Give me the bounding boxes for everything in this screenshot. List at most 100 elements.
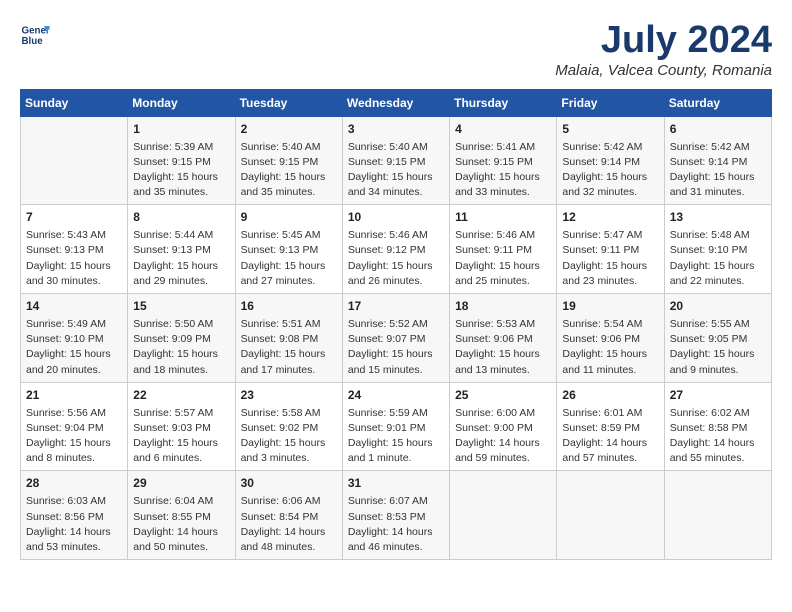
day-number: 26 (562, 387, 658, 404)
day-info: Sunrise: 5:56 AM Sunset: 9:04 PM Dayligh… (26, 406, 122, 467)
calendar-cell: 4Sunrise: 5:41 AM Sunset: 9:15 PM Daylig… (450, 116, 557, 205)
calendar-cell (21, 116, 128, 205)
day-number: 17 (348, 298, 444, 315)
calendar-cell: 29 Sunrise: 6:04 AM Sunset: 8:55 PM Dayli… (128, 471, 235, 560)
day-number: 25 (455, 387, 551, 404)
day-info: Sunrise: 6:00 AM Sunset: 9:00 PM Dayligh… (455, 406, 551, 467)
day-number: 14 (26, 298, 122, 315)
day-number: 15 (133, 298, 229, 315)
calendar-cell: 24Sunrise: 5:59 AM Sunset: 9:01 PM Dayli… (342, 382, 449, 471)
day-info: Sunrise: 6:04 AM Sunset: 8:55 PM Dayligh… (133, 494, 229, 555)
day-number: 13 (670, 209, 766, 226)
calendar-cell: 3 Sunrise: 5:40 AM Sunset: 9:15 PM Daylig… (342, 116, 449, 205)
day-number: 28 (26, 475, 122, 492)
calendar-week-row: 21 Sunrise: 5:56 AM Sunset: 9:04 PM Dayli… (21, 382, 772, 471)
day-number: 27 (670, 387, 766, 404)
day-info: Sunrise: 5:53 AM Sunset: 9:06 PM Dayligh… (455, 317, 551, 378)
calendar-cell: 5Sunrise: 5:42 AM Sunset: 9:14 PM Daylig… (557, 116, 664, 205)
location: Malaia, Valcea County, Romania (555, 62, 772, 79)
calendar-cell: 23 Sunrise: 5:58 AM Sunset: 9:02 PM Dayli… (235, 382, 342, 471)
day-number: 11 (455, 209, 551, 226)
day-info: Sunrise: 6:02 AM Sunset: 8:58 PM Dayligh… (670, 406, 766, 467)
calendar-cell: 12 Sunrise: 5:47 AM Sunset: 9:11 PM Dayli… (557, 205, 664, 294)
calendar-cell: 31 Sunrise: 6:07 AM Sunset: 8:53 PM Dayli… (342, 471, 449, 560)
day-info: Sunrise: 5:40 AM Sunset: 9:15 PM Dayligh… (348, 140, 444, 201)
day-number: 22 (133, 387, 229, 404)
day-number: 20 (670, 298, 766, 315)
calendar-cell: 11 Sunrise: 5:46 AM Sunset: 9:11 PM Dayli… (450, 205, 557, 294)
calendar-cell: 21 Sunrise: 5:56 AM Sunset: 9:04 PM Dayli… (21, 382, 128, 471)
day-info: Sunrise: 5:46 AM Sunset: 9:12 PM Dayligh… (348, 228, 444, 289)
calendar-cell: 15 Sunrise: 5:50 AM Sunset: 9:09 PM Dayli… (128, 294, 235, 383)
logo: General Blue (20, 20, 54, 50)
day-number: 23 (241, 387, 337, 404)
calendar-cell: 14 Sunrise: 5:49 AM Sunset: 9:10 PM Dayli… (21, 294, 128, 383)
calendar-cell (557, 471, 664, 560)
title-block: July 2024 Malaia, Valcea County, Romania (555, 20, 772, 79)
calendar-week-row: 28 Sunrise: 6:03 AM Sunset: 8:56 PM Dayli… (21, 471, 772, 560)
calendar-header-cell: Thursday (450, 89, 557, 116)
day-number: 19 (562, 298, 658, 315)
calendar-cell: 30Sunrise: 6:06 AM Sunset: 8:54 PM Dayli… (235, 471, 342, 560)
calendar-cell: 16Sunrise: 5:51 AM Sunset: 9:08 PM Dayli… (235, 294, 342, 383)
day-info: Sunrise: 5:45 AM Sunset: 9:13 PM Dayligh… (241, 228, 337, 289)
day-number: 3 (348, 121, 444, 138)
day-info: Sunrise: 5:59 AM Sunset: 9:01 PM Dayligh… (348, 406, 444, 467)
calendar-week-row: 14 Sunrise: 5:49 AM Sunset: 9:10 PM Dayli… (21, 294, 772, 383)
calendar-week-row: 1 Sunrise: 5:39 AM Sunset: 9:15 PM Daylig… (21, 116, 772, 205)
day-info: Sunrise: 5:58 AM Sunset: 9:02 PM Dayligh… (241, 406, 337, 467)
calendar-header-cell: Monday (128, 89, 235, 116)
calendar-header-cell: Saturday (664, 89, 771, 116)
day-info: Sunrise: 5:39 AM Sunset: 9:15 PM Dayligh… (133, 140, 229, 201)
day-info: Sunrise: 5:46 AM Sunset: 9:11 PM Dayligh… (455, 228, 551, 289)
day-number: 21 (26, 387, 122, 404)
day-number: 2 (241, 121, 337, 138)
day-info: Sunrise: 5:40 AM Sunset: 9:15 PM Dayligh… (241, 140, 337, 201)
calendar-cell: 9 Sunrise: 5:45 AM Sunset: 9:13 PM Daylig… (235, 205, 342, 294)
day-info: Sunrise: 5:55 AM Sunset: 9:05 PM Dayligh… (670, 317, 766, 378)
calendar-cell: 10Sunrise: 5:46 AM Sunset: 9:12 PM Dayli… (342, 205, 449, 294)
calendar-cell: 1 Sunrise: 5:39 AM Sunset: 9:15 PM Daylig… (128, 116, 235, 205)
calendar-cell: 17 Sunrise: 5:52 AM Sunset: 9:07 PM Dayli… (342, 294, 449, 383)
day-info: Sunrise: 5:52 AM Sunset: 9:07 PM Dayligh… (348, 317, 444, 378)
logo-icon: General Blue (20, 20, 50, 50)
day-info: Sunrise: 5:49 AM Sunset: 9:10 PM Dayligh… (26, 317, 122, 378)
calendar-header-cell: Tuesday (235, 89, 342, 116)
day-number: 12 (562, 209, 658, 226)
calendar-cell: 28 Sunrise: 6:03 AM Sunset: 8:56 PM Dayli… (21, 471, 128, 560)
day-number: 6 (670, 121, 766, 138)
day-info: Sunrise: 6:03 AM Sunset: 8:56 PM Dayligh… (26, 494, 122, 555)
day-info: Sunrise: 5:42 AM Sunset: 9:14 PM Dayligh… (670, 140, 766, 201)
day-info: Sunrise: 6:07 AM Sunset: 8:53 PM Dayligh… (348, 494, 444, 555)
calendar-cell: 20 Sunrise: 5:55 AM Sunset: 9:05 PM Dayli… (664, 294, 771, 383)
calendar-header-row: SundayMondayTuesdayWednesdayThursdayFrid… (21, 89, 772, 116)
day-info: Sunrise: 5:44 AM Sunset: 9:13 PM Dayligh… (133, 228, 229, 289)
calendar-header-cell: Friday (557, 89, 664, 116)
day-number: 4 (455, 121, 551, 138)
day-number: 18 (455, 298, 551, 315)
day-number: 29 (133, 475, 229, 492)
calendar-cell: 13 Sunrise: 5:48 AM Sunset: 9:10 PM Dayli… (664, 205, 771, 294)
calendar-cell: 2 Sunrise: 5:40 AM Sunset: 9:15 PM Daylig… (235, 116, 342, 205)
day-number: 9 (241, 209, 337, 226)
calendar-cell (664, 471, 771, 560)
day-info: Sunrise: 5:48 AM Sunset: 9:10 PM Dayligh… (670, 228, 766, 289)
month-title: July 2024 (555, 20, 772, 62)
calendar-cell: 26 Sunrise: 6:01 AM Sunset: 8:59 PM Dayli… (557, 382, 664, 471)
calendar-cell: 7Sunrise: 5:43 AM Sunset: 9:13 PM Daylig… (21, 205, 128, 294)
day-number: 16 (241, 298, 337, 315)
calendar-table: SundayMondayTuesdayWednesdayThursdayFrid… (20, 89, 772, 560)
day-info: Sunrise: 6:01 AM Sunset: 8:59 PM Dayligh… (562, 406, 658, 467)
day-info: Sunrise: 5:42 AM Sunset: 9:14 PM Dayligh… (562, 140, 658, 201)
day-number: 1 (133, 121, 229, 138)
day-number: 31 (348, 475, 444, 492)
svg-text:Blue: Blue (22, 36, 44, 47)
calendar-cell: 25 Sunrise: 6:00 AM Sunset: 9:00 PM Dayli… (450, 382, 557, 471)
page-header: General Blue July 2024 Malaia, Valcea Co… (20, 20, 772, 79)
day-info: Sunrise: 5:50 AM Sunset: 9:09 PM Dayligh… (133, 317, 229, 378)
calendar-header-cell: Wednesday (342, 89, 449, 116)
calendar-header-cell: Sunday (21, 89, 128, 116)
calendar-cell: 6 Sunrise: 5:42 AM Sunset: 9:14 PM Daylig… (664, 116, 771, 205)
day-info: Sunrise: 5:47 AM Sunset: 9:11 PM Dayligh… (562, 228, 658, 289)
day-number: 7 (26, 209, 122, 226)
